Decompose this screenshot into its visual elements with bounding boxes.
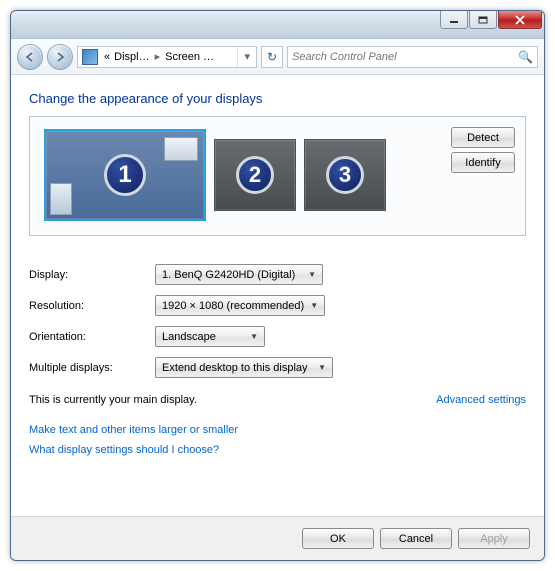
forward-button[interactable] — [47, 44, 73, 70]
status-row: This is currently your main display. Adv… — [29, 394, 526, 406]
monitor-2[interactable]: 2 — [214, 139, 296, 211]
refresh-button[interactable]: ↻ — [261, 46, 283, 68]
display-diagram: 1 2 3 Detect Identify — [29, 116, 526, 236]
search-icon: 🔍 — [518, 50, 533, 64]
minimize-icon — [449, 16, 459, 24]
multiple-displays-label: Multiple displays: — [29, 362, 155, 374]
orientation-select[interactable]: Landscape — [155, 326, 265, 347]
main-display-status: This is currently your main display. — [29, 394, 197, 406]
back-button[interactable] — [17, 44, 43, 70]
help-links: Make text and other items larger or smal… — [29, 424, 526, 456]
orientation-label: Orientation: — [29, 331, 155, 343]
window-thumbnail — [164, 137, 198, 161]
display-label: Display: — [29, 269, 155, 281]
apply-button[interactable]: Apply — [458, 528, 530, 549]
cancel-button[interactable]: Cancel — [380, 528, 452, 549]
diagram-buttons: Detect Identify — [451, 127, 515, 173]
breadcrumb-seg-2[interactable]: Screen … — [163, 51, 216, 63]
titlebar — [11, 11, 544, 39]
taskbar-thumbnail — [50, 183, 72, 215]
multiple-displays-select[interactable]: Extend desktop to this display — [155, 357, 333, 378]
detect-button[interactable]: Detect — [451, 127, 515, 148]
search-input[interactable] — [292, 51, 518, 63]
monitor-1[interactable]: 1 — [44, 129, 206, 221]
breadcrumb-prefix: « — [102, 51, 112, 63]
chevron-right-icon: ▸ — [152, 50, 164, 63]
identify-button[interactable]: Identify — [451, 152, 515, 173]
close-button[interactable] — [498, 11, 542, 29]
ok-button[interactable]: OK — [302, 528, 374, 549]
resolution-select[interactable]: 1920 × 1080 (recommended) — [155, 295, 325, 316]
refresh-icon: ↻ — [267, 50, 277, 64]
monitor-number: 1 — [104, 154, 146, 196]
chevron-down-icon[interactable]: ▾ — [237, 47, 256, 67]
resolution-label: Resolution: — [29, 300, 155, 312]
search-box[interactable]: 🔍 — [287, 46, 538, 68]
back-icon — [24, 51, 36, 63]
maximize-icon — [478, 16, 488, 24]
content: Change the appearance of your displays 1… — [11, 75, 544, 456]
breadcrumb-seg-1[interactable]: Displ… — [112, 51, 151, 63]
maximize-button[interactable] — [469, 11, 497, 29]
footer: OK Cancel Apply — [11, 516, 544, 560]
minimize-button[interactable] — [440, 11, 468, 29]
advanced-settings-link[interactable]: Advanced settings — [436, 394, 526, 406]
close-icon — [514, 15, 526, 25]
monitor-number: 2 — [236, 156, 274, 194]
settings-form: Display: 1. BenQ G2420HD (Digital) Resol… — [29, 264, 526, 378]
text-size-link[interactable]: Make text and other items larger or smal… — [29, 424, 526, 436]
forward-icon — [54, 51, 66, 63]
page-title: Change the appearance of your displays — [29, 91, 526, 106]
control-panel-icon — [82, 49, 98, 65]
help-link[interactable]: What display settings should I choose? — [29, 444, 526, 456]
monitor-3[interactable]: 3 — [304, 139, 386, 211]
window: « Displ… ▸ Screen … ▾ ↻ 🔍 Change the app… — [10, 10, 545, 561]
monitor-number: 3 — [326, 156, 364, 194]
display-select[interactable]: 1. BenQ G2420HD (Digital) — [155, 264, 323, 285]
breadcrumb[interactable]: « Displ… ▸ Screen … ▾ — [77, 46, 257, 68]
navbar: « Displ… ▸ Screen … ▾ ↻ 🔍 — [11, 39, 544, 75]
